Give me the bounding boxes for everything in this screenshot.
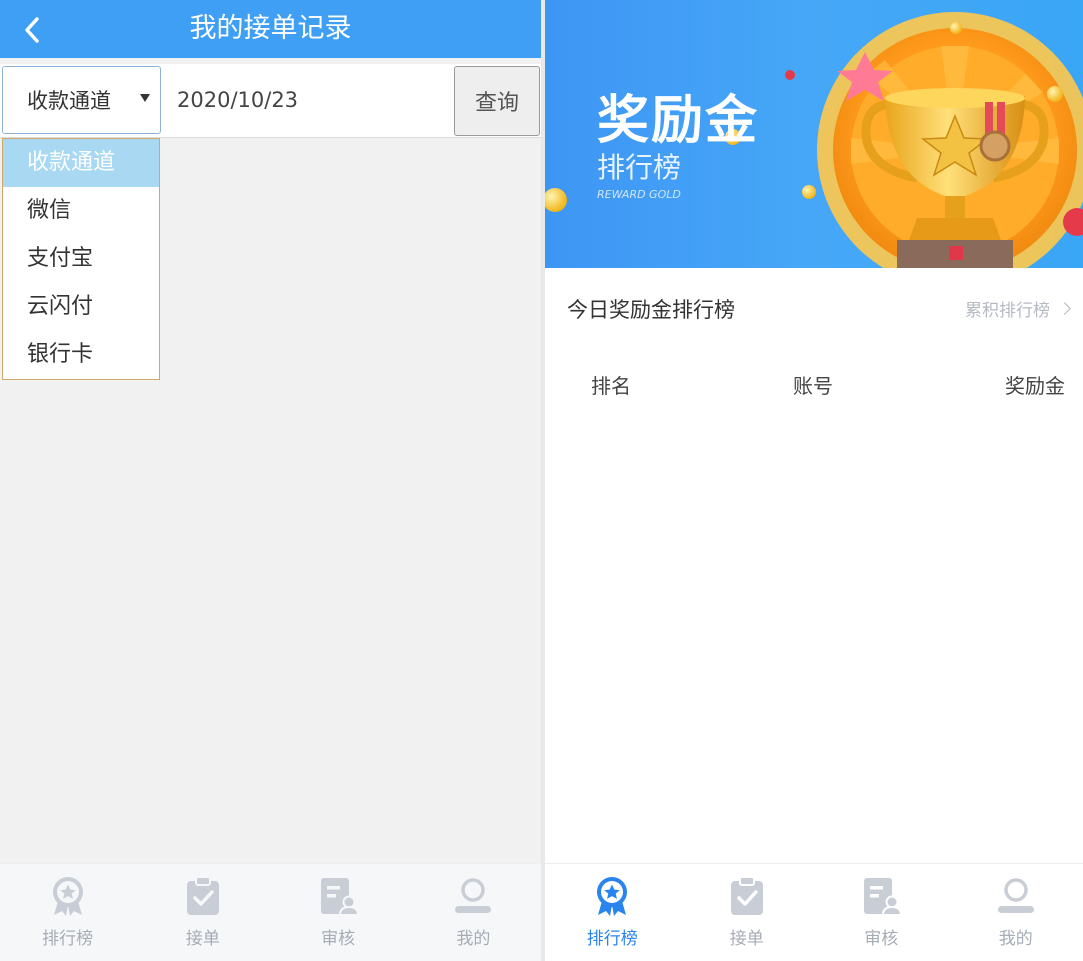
order-records-screen: 我的接单记录 收款通道 查询 收款通道 微信 支付宝 云闪付 银行卡 bbox=[0, 0, 541, 961]
order-clipboard-icon bbox=[730, 876, 763, 915]
dropdown-option[interactable]: 支付宝 bbox=[3, 235, 159, 283]
reward-banner: 奖励金 排行榜 REWARD GOLD bbox=[545, 0, 1083, 268]
tab-label: 排行榜 bbox=[42, 929, 94, 949]
ranking-section-header: 今日奖励金排行榜 累积排行榜 bbox=[545, 268, 1083, 348]
dropdown-option[interactable]: 收款通道 bbox=[3, 139, 159, 187]
tab-label: 我的 bbox=[456, 929, 491, 949]
banner-subtitle: 排行榜 bbox=[597, 151, 682, 184]
channel-select-value: 收款通道 bbox=[27, 89, 111, 113]
dropdown-option[interactable]: 微信 bbox=[3, 187, 159, 235]
cumulative-ranking-link[interactable]: 累积排行榜 bbox=[965, 296, 1071, 321]
query-button[interactable]: 查询 bbox=[454, 66, 540, 136]
channel-select[interactable]: 收款通道 bbox=[2, 66, 161, 134]
tab-label: 接单 bbox=[729, 929, 764, 949]
ranking-medal-icon bbox=[597, 877, 628, 916]
user-profile-icon bbox=[997, 878, 1034, 913]
column-header-account: 账号 bbox=[793, 374, 833, 398]
tab-ranking[interactable]: 排行榜 bbox=[545, 864, 680, 961]
header-bar: 我的接单记录 bbox=[0, 0, 541, 58]
tab-label: 审核 bbox=[321, 929, 356, 949]
ranking-table-header: 排名 账号 奖励金 bbox=[545, 362, 1083, 406]
link-label: 累积排行榜 bbox=[965, 301, 1050, 321]
date-input[interactable] bbox=[163, 66, 453, 134]
tab-label: 接单 bbox=[185, 929, 220, 949]
review-document-icon bbox=[864, 878, 902, 916]
tab-review[interactable]: 审核 bbox=[814, 864, 949, 961]
tab-ranking[interactable]: 排行榜 bbox=[0, 864, 135, 961]
column-header-reward: 奖励金 bbox=[1005, 374, 1065, 398]
chevron-right-icon bbox=[1058, 302, 1071, 315]
tab-label: 排行榜 bbox=[586, 929, 638, 949]
section-title: 今日奖励金排行榜 bbox=[567, 298, 735, 322]
tab-mine[interactable]: 我的 bbox=[949, 864, 1083, 961]
banner-title: 奖励金 bbox=[597, 91, 760, 151]
tab-mine[interactable]: 我的 bbox=[406, 864, 541, 961]
review-document-icon bbox=[321, 878, 359, 916]
tab-label: 审核 bbox=[864, 929, 899, 949]
dropdown-option[interactable]: 云闪付 bbox=[3, 283, 159, 331]
order-clipboard-icon bbox=[186, 876, 219, 915]
reward-ranking-screen: 奖励金 排行榜 REWARD GOLD 今日奖励金排行榜 累积排行榜 排名 账号… bbox=[545, 0, 1083, 961]
channel-dropdown-list: 收款通道 微信 支付宝 云闪付 银行卡 bbox=[2, 138, 160, 380]
page-title: 我的接单记录 bbox=[189, 13, 352, 44]
bottom-tab-bar: 排行榜 接单 审核 我的 bbox=[0, 863, 541, 961]
column-header-rank: 排名 bbox=[591, 374, 631, 398]
caret-down-icon bbox=[140, 94, 150, 102]
user-profile-icon bbox=[455, 878, 492, 913]
tab-orders[interactable]: 接单 bbox=[680, 864, 815, 961]
filter-bar: 收款通道 查询 bbox=[0, 64, 541, 138]
dropdown-option[interactable]: 银行卡 bbox=[3, 331, 159, 379]
ranking-medal-icon bbox=[52, 877, 83, 916]
tab-review[interactable]: 审核 bbox=[271, 864, 406, 961]
tab-label: 我的 bbox=[998, 929, 1033, 949]
banner-english-caption: REWARD GOLD bbox=[597, 188, 681, 201]
bottom-tab-bar: 排行榜 接单 审核 我的 bbox=[545, 863, 1083, 961]
tab-orders[interactable]: 接单 bbox=[135, 864, 270, 961]
